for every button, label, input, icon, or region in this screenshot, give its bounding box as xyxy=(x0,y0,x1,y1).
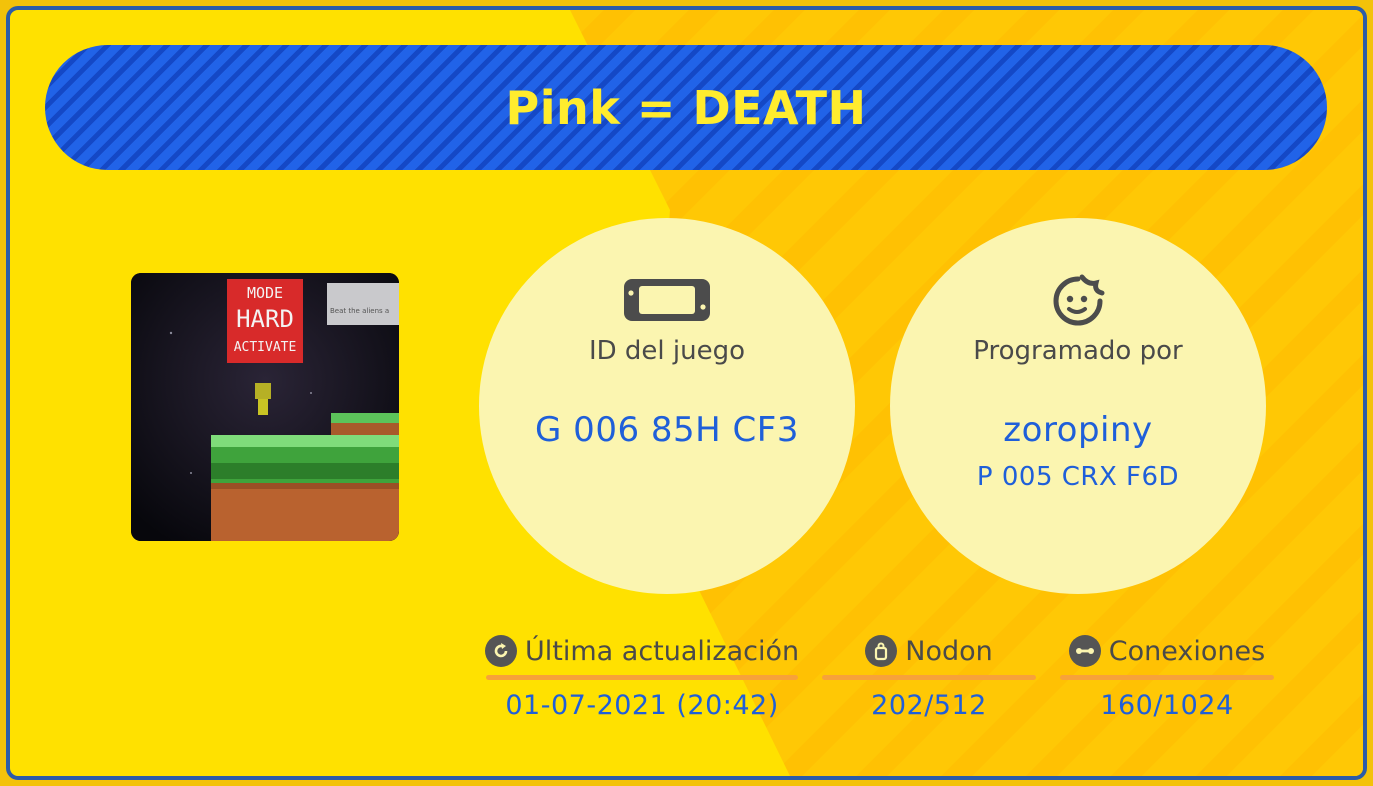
nodon-value: 202/512 xyxy=(871,690,987,721)
sign-line-1: MODE xyxy=(247,284,283,302)
last-update-stat: Última actualización 01-07-2021 (20:42) xyxy=(485,633,799,721)
smiley-face-icon xyxy=(1048,274,1108,326)
nodon-label: Nodon xyxy=(905,635,993,667)
last-update-value: 01-07-2021 (20:42) xyxy=(505,690,779,721)
game-id-value[interactable]: G 006 85H CF3 xyxy=(535,410,799,450)
author-name[interactable]: zoropiny xyxy=(1003,410,1152,450)
nodon-stat: Nodon 202/512 xyxy=(822,633,1036,721)
title-banner: Pink = DEATH xyxy=(45,45,1327,170)
sign-line-2: HARD xyxy=(236,305,294,333)
connections-label: Conexiones xyxy=(1108,635,1266,667)
author-label: Programado por xyxy=(973,336,1183,366)
game-title: Pink = DEATH xyxy=(505,80,867,135)
switch-console-icon xyxy=(623,274,711,326)
last-update-label: Última actualización xyxy=(525,635,800,667)
game-info-card: Pink = DEATH MODE HARD ACTIVATE Beat the xyxy=(6,6,1367,780)
game-thumbnail[interactable]: MODE HARD ACTIVATE Beat the aliens a xyxy=(131,273,399,541)
connections-value: 160/1024 xyxy=(1100,690,1234,721)
connections-stat: Conexiones 160/1024 xyxy=(1060,633,1274,721)
connections-underline xyxy=(1060,675,1274,680)
connection-icon xyxy=(1068,635,1101,667)
thumbnail-note: Beat the aliens a xyxy=(330,307,389,315)
game-id-label: ID del juego xyxy=(588,336,746,366)
nodon-underline xyxy=(822,675,1036,680)
thumbnail-image: MODE HARD ACTIVATE Beat the aliens a xyxy=(131,273,399,541)
sign-line-3: ACTIVATE xyxy=(234,340,297,355)
bag-icon xyxy=(865,635,898,667)
author-panel: Programado por zoropiny P 005 CRX F6D xyxy=(890,218,1266,594)
game-id-panel: ID del juego G 006 85H CF3 xyxy=(479,218,855,594)
last-update-underline xyxy=(486,675,799,680)
refresh-icon xyxy=(485,635,517,667)
author-code[interactable]: P 005 CRX F6D xyxy=(977,462,1179,492)
